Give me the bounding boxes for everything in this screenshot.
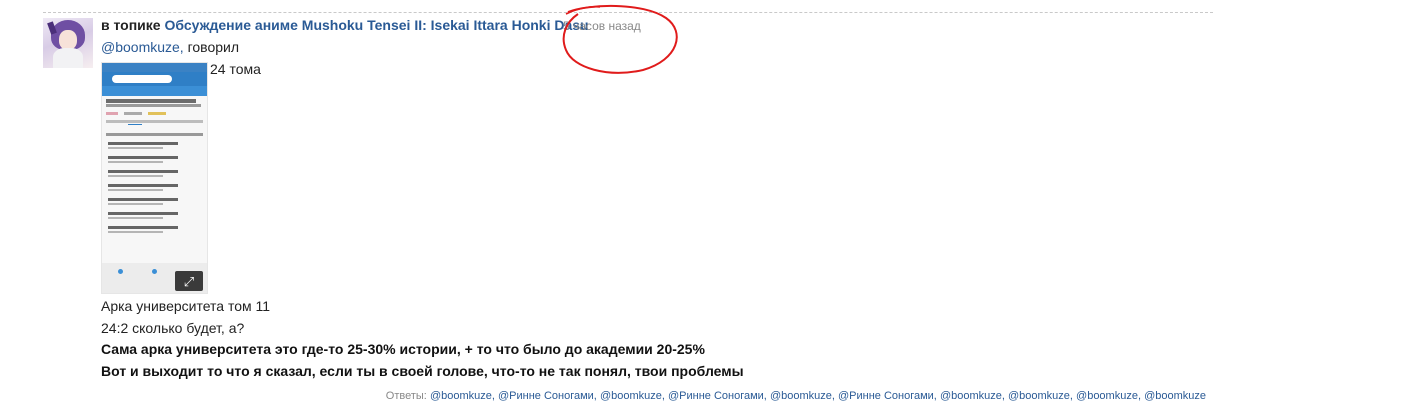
attached-screenshot[interactable] [101, 62, 208, 294]
reply-link[interactable]: @Ринне Соногами, [668, 390, 767, 402]
reply-link[interactable]: @boomkuze, [1008, 390, 1073, 402]
reply-link[interactable]: @boomkuze, [940, 390, 1005, 402]
post-line-1: Арка университета том 11 [101, 298, 271, 314]
volume-note: 24 тома [210, 61, 261, 77]
quote-user-link[interactable]: @boomkuze, [101, 39, 184, 55]
red-circle-annotation [562, 4, 678, 74]
post-line-3: Сама арка университета это где-то 25-30%… [101, 341, 705, 357]
replies-label: Ответы: [385, 390, 427, 402]
quote-verb: говорил [187, 39, 240, 55]
replies-list: Ответы: @boomkuze, @Ринне Соногами, @boo… [386, 390, 1206, 402]
post-line-2: 24:2 сколько будет, а? [101, 320, 245, 336]
reply-link[interactable]: @boomkuze, [600, 390, 665, 402]
post-line-4: Вот и выходит то что я сказал, если ты в… [101, 363, 744, 379]
reply-link[interactable]: @Ринне Соногами, [498, 390, 597, 402]
reply-link[interactable]: @boomkuze, [1076, 390, 1141, 402]
expand-icon[interactable]: ⤢ [175, 271, 203, 291]
post-header: в топике Обсуждение аниме Mushoku Tensei… [101, 17, 641, 33]
quote-line: @boomkuze, говорил [101, 39, 239, 55]
reply-link[interactable]: @boomkuze, [430, 390, 495, 402]
topic-link[interactable]: Обсуждение аниме Mushoku Tensei II: Isek… [164, 17, 588, 33]
avatar[interactable] [43, 18, 93, 68]
reply-link[interactable]: @Ринне Соногами, [838, 390, 937, 402]
topic-prefix: в топике [101, 17, 161, 33]
reply-link[interactable]: @boomkuze, [770, 390, 835, 402]
reply-link[interactable]: @boomkuze [1144, 390, 1206, 402]
